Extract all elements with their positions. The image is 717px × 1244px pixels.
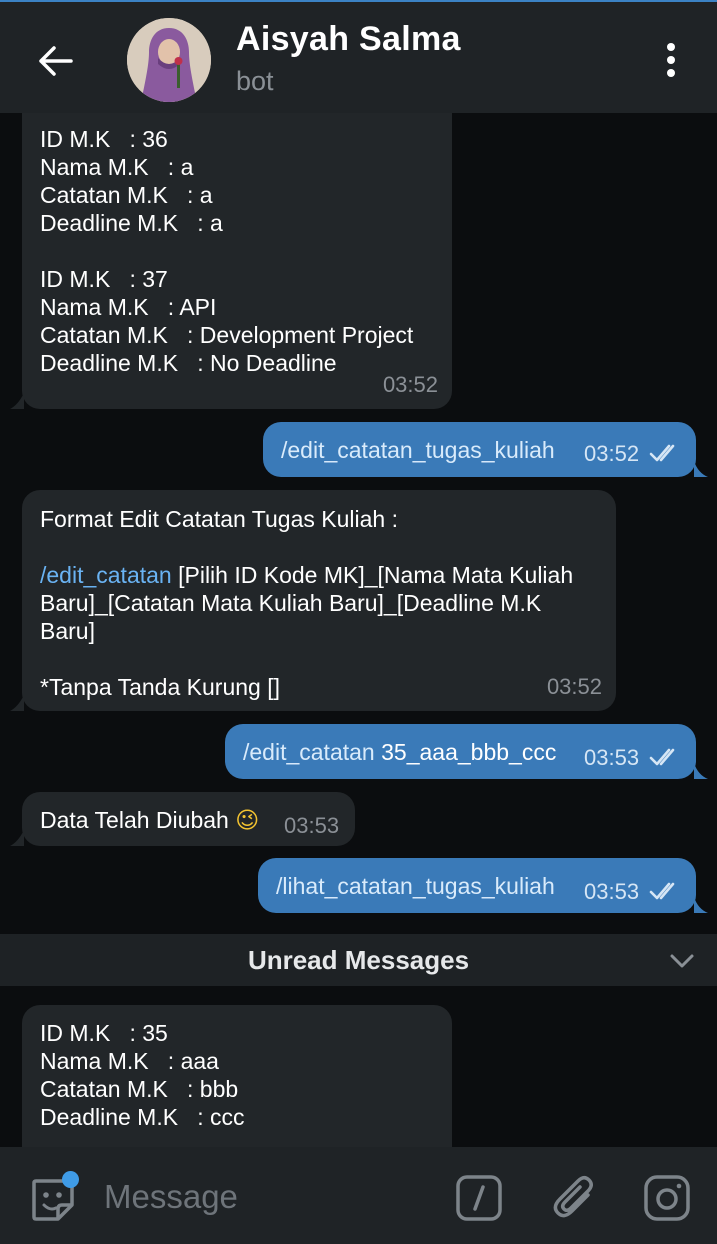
chat-title[interactable]: Aisyah Salma [236,20,461,59]
message-incoming[interactable]: ID M.K : 35 Nama M.K : aaa Catatan M.K :… [22,1005,452,1147]
camera-button[interactable] [644,1175,690,1221]
message-time: 03:53 [584,879,640,904]
message-time: 03:52 [382,372,438,397]
message-incoming[interactable]: Format Edit Catatan Tugas Kuliah : /edit… [22,490,616,711]
message-line: Format Edit Catatan Tugas Kuliah : [40,506,398,532]
message-line: ID M.K : 37 [40,266,168,292]
message-text: /edit_catatan 35_aaa_bbb_ccc [243,738,556,766]
message-text: Data Telah Diubah 😉 [40,806,259,835]
message-line: Catatan M.K : a [40,182,213,208]
unread-messages-divider: Unread Messages [0,934,717,986]
message-time: 03:53 [284,813,340,838]
bubble-tail [10,393,24,409]
message-line: Nama M.K : aaa [40,1048,219,1074]
more-vertical-icon [667,43,675,77]
notification-dot [62,1171,79,1188]
chat-subtitle: bot [236,66,274,96]
double-check-icon [649,882,675,900]
bot-commands-button[interactable] [456,1175,502,1221]
message-outgoing[interactable]: /edit_catatan 35_aaa_bbb_ccc 03:53 [225,724,696,779]
message-time: 03:52 [584,441,640,466]
message-line: ID M.K : 35 [40,1020,168,1046]
arrow-left-icon [39,46,73,76]
message-text: [Pilih ID Kode MK]_[Nama Mata Kuliah [171,562,574,588]
back-button[interactable] [30,36,80,86]
message-line: Baru]_[Catatan Mata Kuliah Baru]_[Deadli… [40,590,542,616]
double-check-icon [649,748,675,766]
message-input[interactable] [104,1175,424,1219]
message-line: Deadline M.K : No Deadline [40,350,337,376]
message-incoming[interactable]: Data Telah Diubah 😉 03:53 [22,792,355,846]
double-check-icon [649,444,675,462]
bubble-tail [694,763,708,779]
attach-button[interactable] [552,1175,598,1221]
bot-command-link[interactable]: /lihat_catatan_tugas_kuliah [276,872,555,900]
more-options-button[interactable] [650,38,692,82]
message-time: 03:52 [546,674,602,699]
bot-command-icon [456,1175,502,1221]
bot-command-link[interactable]: /edit_catatan [40,562,172,588]
bubble-tail [694,461,708,477]
wink-emoji: 😉 [235,808,260,834]
avatar-image [127,18,211,102]
chevron-down-icon[interactable] [667,946,697,974]
bubble-tail [10,695,24,711]
message-line: Catatan M.K : bbb [40,1076,239,1102]
message-line: /edit_catatan [Pilih ID Kode MK]_[Nama M… [40,561,573,589]
message-incoming[interactable]: ID M.K : 36 Nama M.K : a Catatan M.K : a… [22,113,452,409]
message-line: Nama M.K : API [40,294,217,320]
message-line: Catatan M.K : Development Project [40,322,414,348]
message-line: Deadline M.K : a [40,210,223,236]
paperclip-icon [553,1176,593,1218]
message-line: Baru] [40,618,95,644]
message-composer [0,1147,717,1244]
bubble-tail [10,830,24,846]
avatar[interactable] [127,18,211,102]
message-line [40,237,413,265]
command-args: 35_aaa_bbb_ccc [374,739,557,765]
message-outgoing[interactable]: /lihat_catatan_tugas_kuliah 03:53 [258,858,696,913]
message-line: Nama M.K : a [40,154,194,180]
message-text-content: Data Telah Diubah [40,807,229,833]
bot-command-link[interactable]: /edit_catatan_tugas_kuliah [281,436,555,464]
bot-command-link[interactable]: /edit_catatan [243,739,375,765]
unread-messages-label: Unread Messages [247,944,470,975]
message-line: *Tanpa Tanda Kurung [] [40,674,280,700]
message-list[interactable]: ID M.K : 36 Nama M.K : a Catatan M.K : a… [0,113,717,1147]
bubble-tail [694,897,708,913]
message-line: ID M.K : 36 [40,126,168,152]
camera-icon [644,1175,690,1221]
message-time: 03:53 [584,745,640,770]
message-outgoing[interactable]: /edit_catatan_tugas_kuliah 03:52 [263,422,696,477]
message-line: Deadline M.K : ccc [40,1104,245,1130]
chat-header: Aisyah Salma bot [0,0,717,113]
